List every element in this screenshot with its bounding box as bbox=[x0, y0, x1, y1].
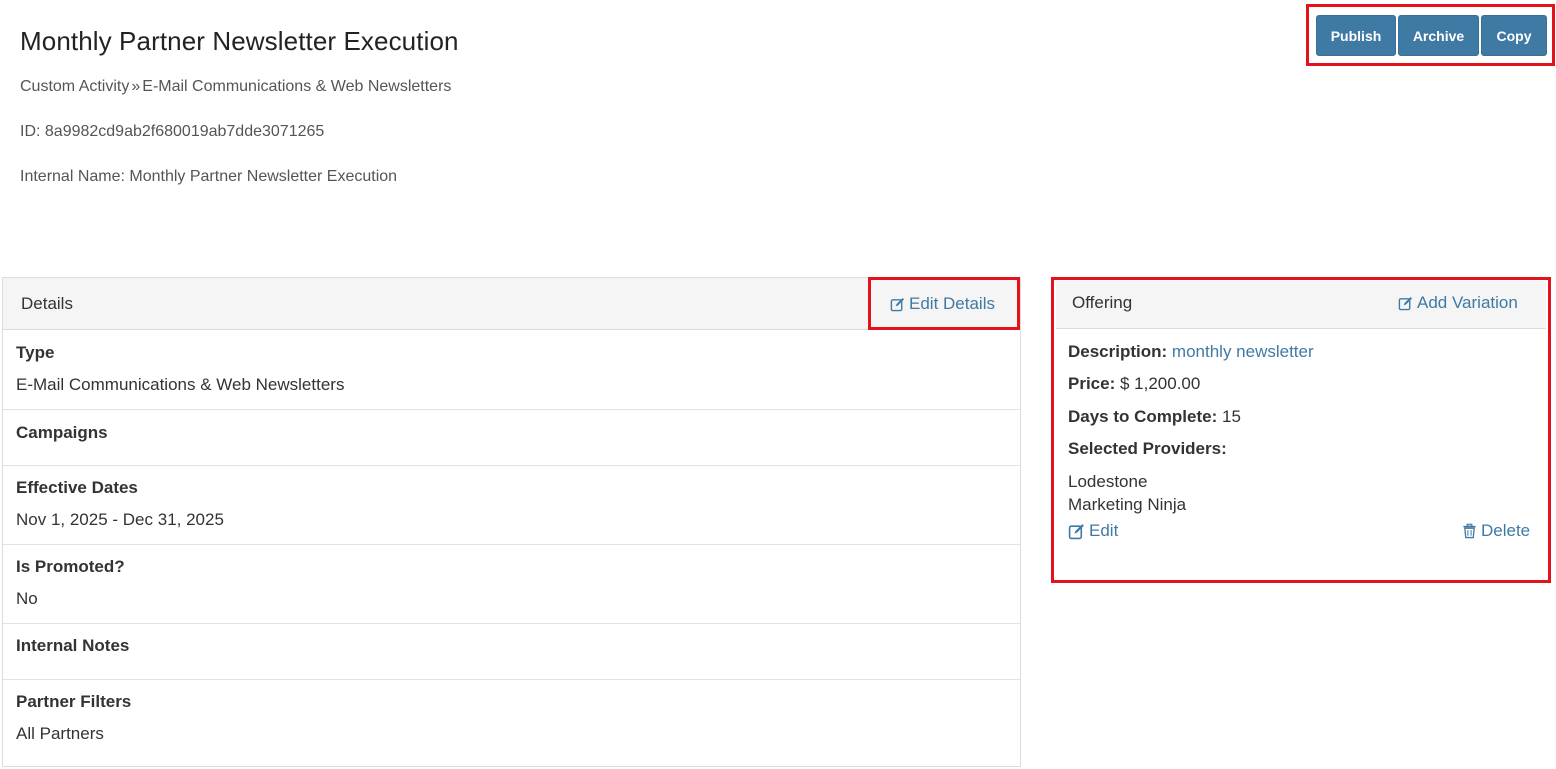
detail-label: Partner Filters bbox=[16, 692, 132, 711]
detail-label: Is Promoted? bbox=[16, 557, 125, 576]
highlight-box-actions bbox=[1306, 4, 1555, 66]
breadcrumb: Custom Activity» E-Mail Communications & … bbox=[20, 78, 451, 96]
highlight-box-offering bbox=[1051, 277, 1551, 583]
detail-row-partner-filters: Partner Filters All Partners bbox=[3, 679, 1020, 769]
detail-value: All Partners bbox=[16, 724, 104, 743]
detail-value: E-Mail Communications & Web Newsletters bbox=[16, 375, 345, 394]
breadcrumb-current: E-Mail Communications & Web Newsletters bbox=[142, 78, 452, 95]
detail-label: Effective Dates bbox=[16, 478, 138, 497]
detail-row-effective-dates: Effective Dates Nov 1, 2025 - Dec 31, 20… bbox=[3, 465, 1020, 544]
detail-row-type: Type E-Mail Communications & Web Newslet… bbox=[3, 330, 1020, 409]
detail-label: Type bbox=[16, 343, 55, 362]
page-title: Monthly Partner Newsletter Execution bbox=[20, 26, 459, 56]
detail-row-campaigns: Campaigns bbox=[3, 409, 1020, 465]
detail-row-is-promoted: Is Promoted? No bbox=[3, 544, 1020, 623]
detail-row-internal-notes: Internal Notes bbox=[3, 623, 1020, 679]
breadcrumb-parent[interactable]: Custom Activity bbox=[20, 78, 129, 95]
detail-value: No bbox=[16, 589, 38, 608]
highlight-box-edit-details bbox=[868, 277, 1020, 330]
activity-id: ID: 8a9982cd9ab2f680019ab7dde3071265 bbox=[20, 123, 325, 140]
detail-value: Nov 1, 2025 - Dec 31, 2025 bbox=[16, 510, 224, 529]
breadcrumb-separator: » bbox=[131, 78, 141, 95]
detail-label: Campaigns bbox=[16, 423, 108, 442]
details-panel: Details Edit Details Type E-Mail Communi… bbox=[2, 277, 1021, 767]
internal-name: Internal Name: Monthly Partner Newslette… bbox=[20, 168, 398, 185]
detail-label: Internal Notes bbox=[16, 636, 130, 655]
details-panel-title: Details bbox=[21, 294, 73, 313]
